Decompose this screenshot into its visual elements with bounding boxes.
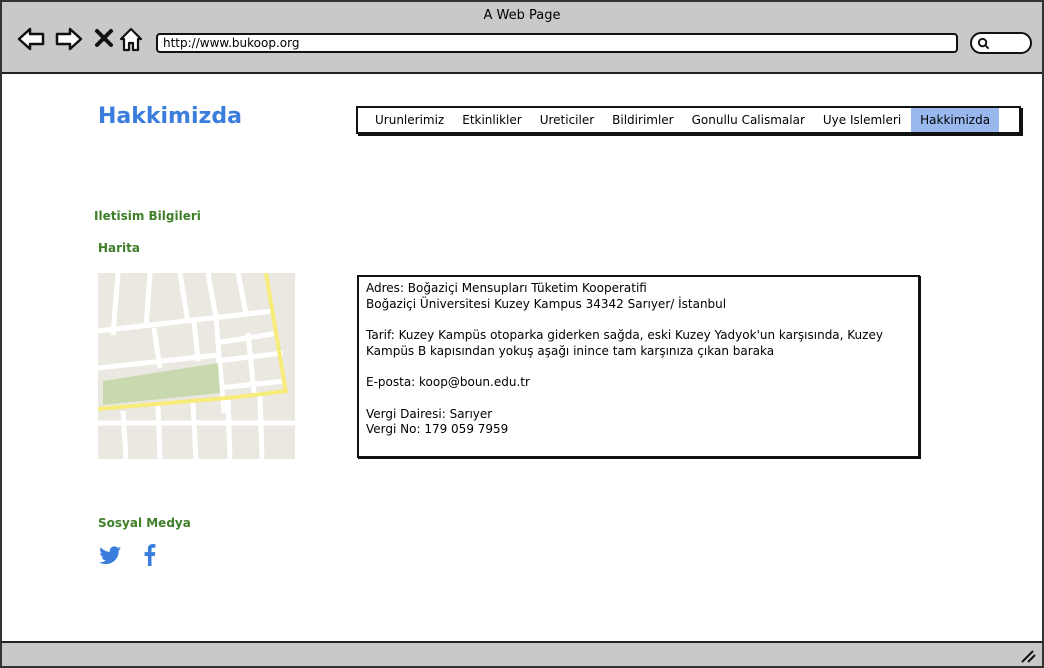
browser-window: A Web Page http://www.bukoop.org Hakkimi… [0, 0, 1044, 668]
url-input[interactable]: http://www.bukoop.org [156, 33, 958, 53]
location-map[interactable] [98, 273, 295, 459]
nav-item-gonullu-calismalar[interactable]: Gonullu Calismalar [683, 108, 814, 132]
address-line-2: Boğaziçi Üniversitesi Kuzey Kampus 34342… [366, 296, 727, 311]
nav-item-etkinlikler[interactable]: Etkinlikler [453, 108, 530, 132]
home-icon[interactable] [118, 24, 148, 54]
directions-line-1: Tarif: Kuzey Kampüs otoparka giderken sa… [366, 328, 883, 342]
directions-line-2: Kampüs B kapısından yokuş aşağı inince t… [366, 343, 775, 358]
main-nav: Urunlerimiz Etkinlikler Ureticiler Bildi… [356, 106, 1021, 134]
nav-item-bildirimler[interactable]: Bildirimler [603, 108, 682, 132]
browser-titlebar: A Web Page http://www.bukoop.org [2, 2, 1042, 74]
window-title: A Web Page [483, 8, 561, 23]
nav-item-ureticiler[interactable]: Ureticiler [531, 108, 603, 132]
map-heading: Harita [98, 241, 141, 255]
tax-number-text: Vergi No: 179 059 7959 [366, 422, 509, 436]
contact-heading: Iletisim Bilgileri [94, 209, 201, 223]
browser-search-box[interactable] [970, 32, 1032, 54]
nav-item-uye-islemleri[interactable]: Uye Islemleri [814, 108, 910, 132]
search-icon [977, 37, 990, 50]
nav-item-urunlerimiz[interactable]: Urunlerimiz [366, 108, 453, 132]
nav-item-hakkimizda[interactable]: Hakkimizda [911, 108, 1000, 132]
page-title: Hakkimizda [98, 104, 242, 129]
contact-info-box: Adres: Boğaziçi Mensupları Tüketim Koope… [357, 275, 920, 458]
social-heading: Sosyal Medya [98, 516, 191, 530]
address-line-1: Adres: Boğaziçi Mensupları Tüketim Koope… [366, 281, 647, 295]
resize-grip-icon[interactable] [1020, 648, 1036, 663]
close-icon[interactable] [90, 24, 120, 54]
browser-statusbar [2, 641, 1042, 666]
email-text: E-posta: koop@boun.edu.tr [366, 375, 530, 389]
facebook-icon[interactable] [138, 543, 162, 567]
forward-arrow-icon[interactable] [54, 24, 84, 54]
twitter-icon[interactable] [98, 543, 122, 567]
back-arrow-icon[interactable] [16, 24, 46, 54]
tax-office-text: Vergi Dairesi: Sarıyer [366, 406, 493, 421]
